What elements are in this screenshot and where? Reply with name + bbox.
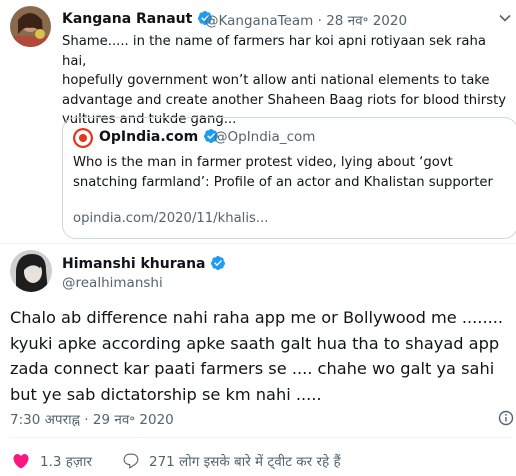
himanshi-avatar[interactable] [10, 250, 52, 292]
divider [10, 437, 510, 438]
tweet2-timestamp[interactable]: 7:30 अपराह्न · 29 नव॰ 2020 [10, 410, 174, 428]
opindia-logo [73, 128, 93, 148]
quote-line: snatching farmland’: Profile of an actor… [73, 174, 493, 190]
kangana-handle[interactable]: @KanganaTeam [205, 13, 313, 29]
kangana-avatar[interactable] [10, 6, 51, 47]
divider [0, 243, 516, 244]
reply-icon [122, 452, 140, 470]
date-separator: · [317, 13, 322, 29]
tweet1-date[interactable]: 28 नव॰ 2020 [326, 13, 407, 29]
info-icon[interactable] [498, 410, 514, 426]
kangana-name[interactable]: Kangana Ranaut [62, 11, 192, 27]
like-count: 1.3 हज़ार [40, 454, 92, 470]
opindia-handle: @OpIndia_com [214, 129, 316, 145]
like-button[interactable]: 1.3 हज़ार [12, 451, 92, 471]
quote-text: Who is the man in farmer protest video, … [73, 153, 509, 192]
himanshi-name[interactable]: Himanshi khurana [62, 256, 206, 272]
opindia-name: OpIndia.com [99, 129, 199, 145]
tweet1-line: hopefully government won’t allow anti na… [62, 73, 490, 88]
chevron-down-icon[interactable] [498, 10, 512, 24]
heart-icon [12, 452, 30, 470]
tweet2-line: but ye sab dictatorship se km nahi ..... [10, 384, 322, 404]
quote-line: Who is the man in farmer protest video, … [73, 155, 453, 170]
tweet2-line: kyuki apke according apke saath galt hua… [10, 333, 500, 353]
tweet2-text: Chalo ab difference nahi raha app me or … [10, 305, 515, 407]
tweet2-line: Chalo ab difference nahi raha app me or … [10, 308, 504, 327]
tweet1-line: Shame..... in the name of farmers har ko… [62, 34, 486, 69]
tweet2-line: zada connect kar paati farmers se .... c… [10, 359, 495, 378]
quote-link[interactable]: opindia.com/2020/11/khalis... [73, 211, 268, 226]
tweet1-line: advantage and create another Shaheen Baa… [62, 92, 507, 108]
tweet1-text: Shame..... in the name of farmers har ko… [62, 32, 512, 130]
himanshi-handle[interactable]: @realhimanshi [62, 275, 163, 291]
verified-badge-icon [210, 255, 226, 275]
reply-text: 271 लोग इसके बारे में ट्वीट कर रहे हैं [149, 454, 341, 470]
reply-button[interactable]: 271 लोग इसके बारे में ट्वीट कर रहे हैं [122, 451, 341, 471]
quoted-tweet-card[interactable]: OpIndia.com @OpIndia_com Who is the man … [62, 117, 516, 239]
